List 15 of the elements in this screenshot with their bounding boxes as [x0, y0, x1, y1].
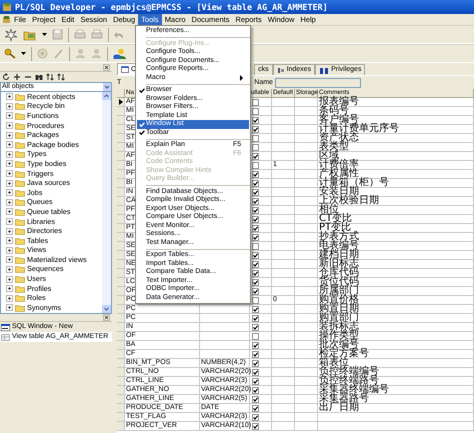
table-cell: 采集器路号	[318, 395, 474, 404]
table-cell: 电表编号	[318, 242, 474, 251]
table-cell: 所属部门	[318, 287, 474, 296]
table-cell: 资产状态	[318, 134, 474, 143]
table-cell: 装拆标志	[318, 323, 474, 332]
table-cell: 报表编号	[318, 98, 474, 107]
table-cell: 操作类型	[318, 332, 474, 341]
window-title: PL/SQL Developer - epmbjcs@EPMCSS - [View table AG_AR_AMMETER]	[15, 2, 328, 12]
table-cell: 表类型	[318, 143, 474, 152]
table-cell: 仓库代码	[318, 269, 474, 278]
table-cell: CT变比	[318, 215, 474, 224]
table-cell: 新旧标志	[318, 260, 474, 269]
table-cell: 计费倍率	[318, 161, 474, 170]
table-cell: 出厂日期	[318, 404, 474, 413]
table-cell: 货位代码	[318, 278, 474, 287]
